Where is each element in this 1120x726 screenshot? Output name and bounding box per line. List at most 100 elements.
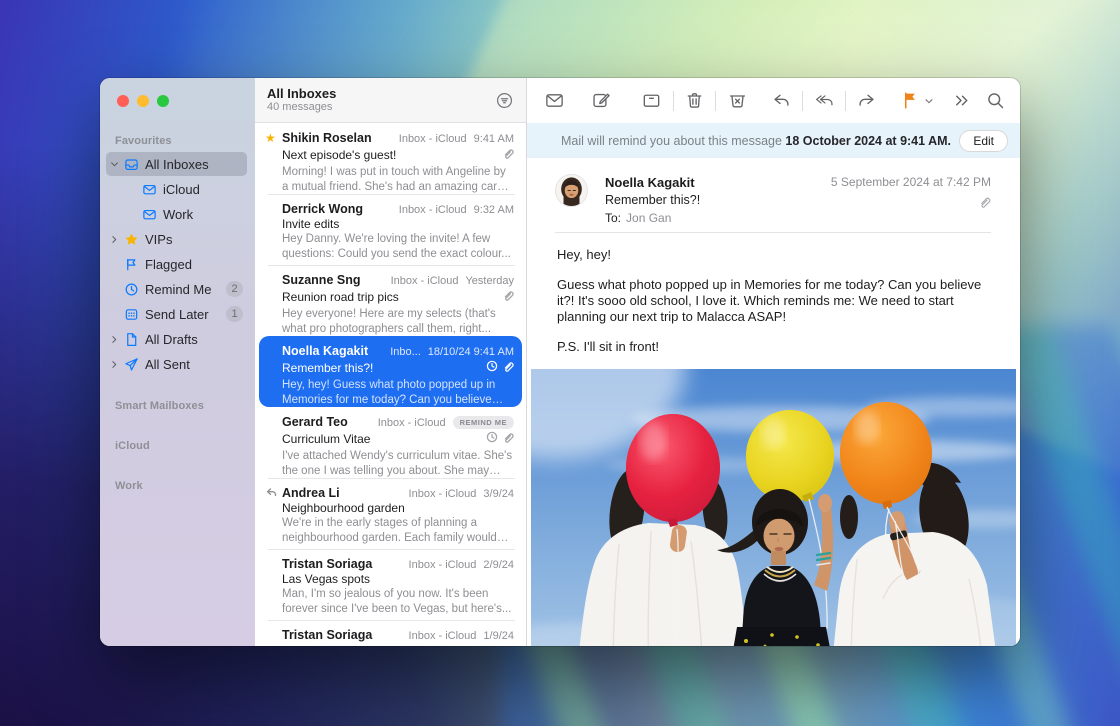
compose-icon[interactable] — [591, 89, 613, 113]
reply-all-icon[interactable] — [813, 89, 835, 113]
sidebar-item-label: Send Later — [145, 307, 226, 322]
envelope-icon — [139, 182, 159, 197]
preview-text: I've attached Wendy's curriculum vitae. … — [282, 449, 514, 479]
trash-icon[interactable] — [684, 89, 706, 113]
document-icon — [121, 332, 141, 347]
photo-attachment[interactable] — [531, 369, 1016, 646]
edit-reminder-button[interactable]: Edit — [959, 130, 1008, 152]
message-date: 5 September 2024 at 7:42 PM — [831, 175, 991, 189]
chevron-right-icon[interactable] — [108, 358, 121, 371]
paperplane-icon — [121, 357, 141, 372]
timestamp: 9:41 AM — [474, 133, 514, 145]
sidebar-section-title-smart-mailboxes: Smart Mailboxes — [100, 390, 255, 416]
timestamp: 9:32 AM — [474, 204, 514, 216]
sender: Noella Kagakit — [282, 344, 384, 358]
reminder-clock-icon — [486, 430, 498, 448]
sender: Andrea Li — [282, 486, 403, 500]
envelope-icon — [139, 207, 159, 222]
filter-icon[interactable] — [495, 91, 514, 110]
recipient-line: To:Jon Gan — [605, 210, 992, 226]
star-icon: ★ — [265, 132, 276, 194]
list-item[interactable]: Tristan Soriaga Inbox - iCloud1/9/24 — [255, 620, 526, 646]
sidebar-item-all-sent[interactable]: All Sent — [106, 352, 247, 376]
sidebar-item-label: Work — [163, 207, 247, 222]
reminder-clock-icon — [486, 359, 498, 377]
timestamp: 1/9/24 — [483, 630, 514, 642]
body-paragraph: Guess what photo popped up in Memories f… — [557, 277, 990, 325]
list-item[interactable]: Noella Kagakit Inbo...18/10/24 9:41 AM R… — [259, 336, 522, 407]
message-list-pane: All Inboxes 40 messages ★ Shikin Roselan… — [255, 78, 527, 646]
sender: Derrick Wong — [282, 202, 393, 216]
recipient-names: Jon Gan — [626, 211, 671, 225]
attachment-paperclip-icon[interactable] — [831, 195, 991, 208]
list-item[interactable]: Derrick Wong Inbox - iCloud9:32 AM Invit… — [255, 194, 526, 265]
chevron-spacer — [108, 283, 121, 296]
paperclip-icon — [502, 359, 514, 377]
list-item[interactable]: Tristan Soriaga Inbox - iCloud2/9/24 Las… — [255, 549, 526, 620]
mailbox-nav: Favourites All Inboxes iCloud Work VIPs … — [100, 125, 255, 496]
message-header: Noella Kagakit Remember this?! To:Jon Ga… — [527, 158, 1020, 233]
forward-icon[interactable] — [856, 89, 878, 113]
paperclip-icon — [502, 430, 514, 448]
sidebar-item-vips[interactable]: VIPs — [106, 227, 247, 251]
reply-icon[interactable] — [770, 89, 792, 113]
sidebar-item-icloud[interactable]: iCloud — [124, 177, 247, 201]
sidebar-item-work[interactable]: Work — [124, 202, 247, 226]
message-list-header: All Inboxes 40 messages — [255, 78, 526, 123]
sidebar-item-label: Remind Me — [145, 282, 226, 297]
archive-icon[interactable] — [641, 89, 663, 113]
preview-text: Man, I'm so jealous of you now. It's bee… — [282, 587, 514, 617]
unread-badge: 2 — [226, 281, 243, 297]
mailbox-label: Inbox - iCloud — [409, 559, 477, 571]
body-paragraph: P.S. I'll sit in front! — [557, 339, 990, 355]
chevron-down-icon[interactable] — [108, 158, 121, 171]
timestamp: 2/9/24 — [483, 559, 514, 571]
list-item[interactable]: Andrea Li Inbox - iCloud3/9/24 Neighbour… — [255, 478, 526, 549]
close-button[interactable] — [117, 95, 129, 107]
subject: Reunion road trip pics — [282, 290, 502, 304]
sidebar-item-label: Flagged — [145, 257, 247, 272]
calendar-icon — [121, 307, 141, 322]
sidebar-item-flagged[interactable]: Flagged — [106, 252, 247, 276]
sidebar-item-label: All Sent — [145, 357, 247, 372]
flag-icon[interactable] — [900, 89, 922, 113]
junk-icon[interactable] — [726, 89, 748, 113]
sidebar-item-remind-me[interactable]: Remind Me 2 — [106, 277, 247, 301]
subject: Remember this?! — [282, 361, 486, 375]
timestamp: 3/9/24 — [483, 488, 514, 500]
chevron-spacer — [126, 183, 139, 196]
preview-text: We're in the early stages of planning a … — [282, 516, 514, 546]
unread-badge: 1 — [226, 306, 243, 322]
flag-menu-chevron-icon[interactable] — [922, 89, 937, 113]
list-item[interactable]: Gerard Teo Inbox - iCloudREMIND ME Curri… — [255, 407, 526, 478]
timestamp: Yesterday — [465, 275, 514, 287]
search-icon[interactable] — [984, 89, 1006, 113]
list-item[interactable]: Suzanne Sng Inbox - iCloudYesterday Reun… — [255, 265, 526, 336]
sender: Shikin Roselan — [282, 131, 393, 145]
paperclip-icon — [502, 288, 514, 306]
chevron-right-icon[interactable] — [108, 333, 121, 346]
reminder-text: Mail will remind you about this message … — [561, 134, 959, 148]
timestamp: REMIND ME — [453, 417, 514, 429]
balloons-photo — [531, 369, 1016, 646]
mailbox-label: Inbo... — [390, 346, 421, 358]
chevron-right-icon[interactable] — [108, 233, 121, 246]
clock-icon — [121, 282, 141, 297]
sidebar-item-label: VIPs — [145, 232, 247, 247]
sidebar-item-all-drafts[interactable]: All Drafts — [106, 327, 247, 351]
sidebar-item-send-later[interactable]: Send Later 1 — [106, 302, 247, 326]
message-list: ★ Shikin Roselan Inbox - iCloud 9:41 AM N… — [255, 123, 526, 646]
paperclip-icon — [502, 146, 514, 164]
minimize-button[interactable] — [137, 95, 149, 107]
sidebar-item-all-inboxes[interactable]: All Inboxes — [106, 152, 247, 176]
mark-unread-icon[interactable] — [544, 89, 566, 113]
sender: Tristan Soriaga — [282, 557, 403, 571]
subject: Curriculum Vitae — [282, 432, 486, 446]
zoom-button[interactable] — [157, 95, 169, 107]
mailbox-label: Inbox - iCloud — [409, 630, 477, 642]
list-item[interactable]: ★ Shikin Roselan Inbox - iCloud9:41 AM N… — [255, 123, 526, 194]
sender: Gerard Teo — [282, 415, 372, 429]
sidebar-section-title-icloud: iCloud — [100, 430, 255, 456]
more-icon[interactable] — [950, 89, 972, 113]
mailbox-label: Inbox - iCloud — [399, 204, 467, 216]
